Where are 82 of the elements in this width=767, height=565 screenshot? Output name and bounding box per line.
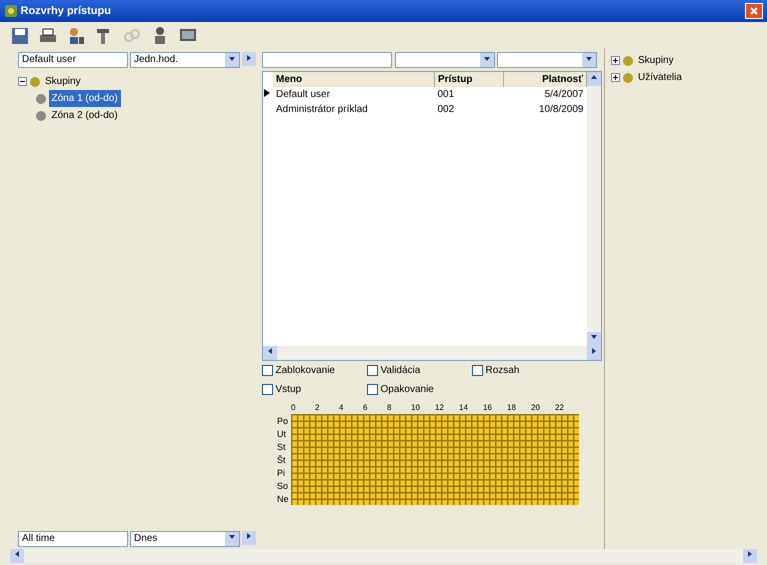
- down-arrow-icon: [482, 54, 490, 63]
- scroll-button[interactable]: [10, 548, 24, 562]
- hour-label: 8: [387, 402, 392, 414]
- day-label: Ut: [277, 428, 287, 441]
- down-arrow-icon: [590, 333, 598, 342]
- table-cell: Administrátor príklad: [276, 104, 368, 114]
- unit-select[interactable]: Jedn.hod.: [130, 52, 240, 68]
- scroll-button[interactable]: [242, 530, 256, 544]
- checkbox-label: Opakovanie: [380, 383, 434, 397]
- table-cell: 001: [438, 88, 454, 100]
- table-cell: 5/4/2007: [544, 88, 584, 100]
- tree-item[interactable]: Zóna 2 (od-do): [48, 107, 121, 124]
- checkbox[interactable]: [367, 365, 378, 376]
- close-button[interactable]: [745, 3, 763, 19]
- day-label: St: [277, 441, 287, 454]
- range-field[interactable]: All time: [18, 530, 128, 546]
- checkbox[interactable]: [262, 384, 273, 395]
- dropdown-button[interactable]: [224, 532, 239, 546]
- table-cell: Default user: [276, 88, 330, 100]
- day-label: Po: [277, 415, 289, 428]
- checkbox-label: Vstup: [276, 383, 302, 397]
- dropdown-button[interactable]: [224, 53, 239, 67]
- hour-label: 6: [363, 402, 368, 414]
- down-arrow-icon: [228, 54, 236, 63]
- table-cell: 002: [438, 104, 454, 114]
- tree-item[interactable]: Zóna 1 (od-do): [48, 90, 121, 107]
- day-label: Pi: [277, 467, 286, 480]
- hour-label: 2: [315, 402, 320, 414]
- down-arrow-icon: [585, 54, 593, 63]
- hour-label: 18: [507, 402, 517, 414]
- window-title: Rozvrhy prístupu: [20, 4, 111, 19]
- hour-label: 4: [339, 402, 344, 414]
- hour-label: 16: [483, 402, 493, 414]
- day-label: Ne: [277, 493, 289, 506]
- day-select[interactable]: Dnes: [130, 530, 240, 546]
- hour-label: 20: [531, 402, 541, 414]
- filter-field[interactable]: [262, 52, 392, 68]
- app-icon: [4, 4, 18, 18]
- checkbox-label: Validácia: [380, 364, 420, 378]
- hour-label: 0: [291, 402, 296, 414]
- scroll-button[interactable]: [587, 332, 601, 346]
- tree-item[interactable]: Skupiny: [42, 73, 84, 90]
- left-arrow-icon: [266, 347, 274, 356]
- hour-label: 12: [435, 402, 445, 414]
- right-arrow-icon: [245, 532, 254, 540]
- tree-item[interactable]: Užívatelia: [635, 69, 685, 86]
- right-arrow-icon: [590, 347, 598, 356]
- column-header[interactable]: Meno: [273, 72, 434, 86]
- user-field[interactable]: Default user: [18, 52, 128, 68]
- scroll-button[interactable]: [263, 346, 277, 360]
- close-icon: [749, 6, 759, 16]
- hour-label: 10: [411, 402, 421, 414]
- dropdown-button[interactable]: [582, 53, 596, 67]
- dropdown-button[interactable]: [480, 53, 494, 67]
- tree-item[interactable]: Skupiny: [635, 52, 677, 69]
- horizontal-scroll-track[interactable]: [263, 346, 601, 360]
- hour-label: 22: [555, 402, 565, 414]
- scroll-button[interactable]: [242, 52, 256, 66]
- collapse-icon[interactable]: [18, 77, 27, 86]
- horizontal-scroll-track[interactable]: [10, 548, 757, 562]
- checkbox-label: Zablokovanie: [276, 364, 335, 378]
- checkbox-label: Rozsah: [486, 364, 520, 378]
- checkbox[interactable]: [262, 365, 273, 376]
- scroll-button[interactable]: [743, 548, 757, 562]
- checkbox[interactable]: [367, 384, 378, 395]
- day-label: Št: [277, 454, 287, 467]
- up-arrow-icon: [590, 73, 598, 82]
- expand-icon[interactable]: [611, 73, 620, 82]
- column-header[interactable]: Platnosť: [503, 72, 586, 86]
- scroll-button[interactable]: [587, 346, 601, 360]
- table-cell: 10/8/2009: [539, 104, 584, 114]
- save-icon: [9, 25, 29, 45]
- scroll-button[interactable]: [587, 72, 601, 86]
- hour-label: 14: [459, 402, 469, 414]
- right-arrow-icon: [245, 54, 254, 62]
- day-label: So: [277, 480, 289, 493]
- left-arrow-icon: [13, 550, 21, 558]
- expand-icon[interactable]: [611, 56, 620, 65]
- checkbox[interactable]: [472, 365, 483, 376]
- column-header[interactable]: Prístup: [434, 72, 504, 86]
- right-arrow-icon: [746, 550, 754, 558]
- down-arrow-icon: [228, 533, 236, 542]
